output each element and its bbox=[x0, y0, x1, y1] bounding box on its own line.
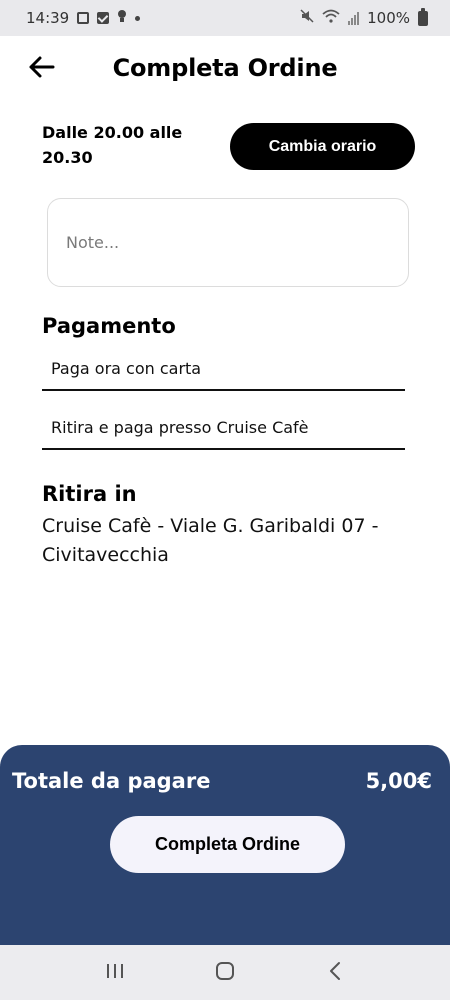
pickup-title: Ritira in bbox=[42, 482, 137, 506]
payment-option-card[interactable]: Paga ora con carta bbox=[42, 347, 405, 391]
status-time: 14:39 bbox=[26, 9, 70, 27]
notes-input[interactable]: Note... bbox=[47, 198, 409, 287]
payment-option-pickup[interactable]: Ritira e paga presso Cruise Cafè bbox=[42, 406, 405, 450]
status-right: 100% bbox=[300, 7, 428, 27]
recent-apps-button[interactable] bbox=[95, 953, 135, 993]
wifi-icon bbox=[322, 9, 340, 27]
signal-icon bbox=[348, 11, 360, 25]
total-value: 5,00€ bbox=[365, 769, 432, 793]
header: Completa Ordine bbox=[0, 36, 450, 100]
complete-order-button[interactable]: Completa Ordine bbox=[110, 816, 345, 873]
status-left: 14:39 bbox=[26, 9, 141, 27]
pickup-time-text: Dalle 20.00 alle 20.30 bbox=[42, 123, 183, 167]
battery-percent: 100% bbox=[367, 9, 410, 27]
recent-apps-icon bbox=[105, 962, 125, 984]
system-nav-bar bbox=[0, 945, 450, 1000]
mute-icon bbox=[300, 9, 314, 27]
page-title: Completa Ordine bbox=[112, 54, 338, 82]
checkbox-icon bbox=[97, 12, 110, 24]
back-icon bbox=[328, 961, 342, 985]
system-back-button[interactable] bbox=[315, 953, 355, 993]
pickup-address: Cruise Cafè - Viale G. Garibaldi 07 - Ci… bbox=[42, 515, 379, 566]
gallery-icon bbox=[77, 12, 90, 24]
bulb-icon bbox=[117, 9, 127, 27]
home-icon bbox=[214, 960, 236, 986]
payment-title: Pagamento bbox=[42, 314, 176, 338]
home-button[interactable] bbox=[205, 953, 245, 993]
dot-icon bbox=[135, 15, 141, 21]
status-bar: 14:39 100% bbox=[0, 0, 450, 36]
change-time-button[interactable]: Cambia orario bbox=[230, 123, 415, 170]
checkout-footer: Totale da pagare 5,00€ Completa Ordine bbox=[0, 745, 450, 945]
battery-icon bbox=[418, 7, 428, 26]
total-label: Totale da pagare bbox=[12, 769, 211, 793]
